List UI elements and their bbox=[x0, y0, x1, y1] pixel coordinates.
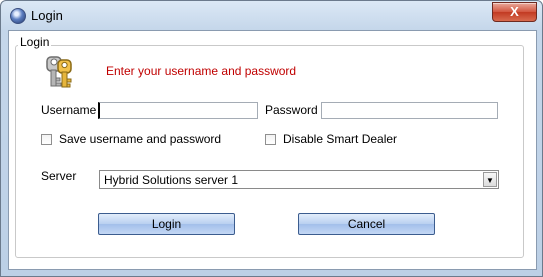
groupbox-label: Login bbox=[18, 35, 52, 49]
chevron-down-icon[interactable]: ▼ bbox=[483, 172, 497, 187]
dialog-body: Login Enter your username and password U… bbox=[8, 30, 537, 270]
disable-smart-dealer-label[interactable]: Disable Smart Dealer bbox=[283, 132, 397, 146]
username-field[interactable] bbox=[98, 102, 258, 119]
server-selected-value: Hybrid Solutions server 1 bbox=[104, 173, 239, 187]
window-title: Login bbox=[31, 8, 63, 23]
login-window: Login X Login Enter your username and pa… bbox=[0, 0, 543, 277]
username-label: Username bbox=[41, 103, 97, 117]
server-select[interactable]: Hybrid Solutions server 1 ▼ bbox=[99, 170, 499, 189]
title-bar[interactable]: Login X bbox=[1, 1, 542, 29]
server-label: Server bbox=[41, 169, 77, 183]
login-prompt: Enter your username and password bbox=[106, 64, 297, 78]
save-credentials-label[interactable]: Save username and password bbox=[59, 132, 221, 146]
password-field[interactable] bbox=[321, 102, 498, 119]
save-credentials-checkbox[interactable] bbox=[41, 134, 52, 145]
password-label: Password bbox=[265, 103, 318, 117]
disable-smart-dealer-checkbox[interactable] bbox=[265, 134, 276, 145]
cancel-button[interactable]: Cancel bbox=[298, 213, 435, 235]
keys-icon bbox=[46, 56, 72, 88]
globe-icon bbox=[10, 8, 26, 24]
login-button[interactable]: Login bbox=[98, 213, 235, 235]
close-button[interactable]: X bbox=[492, 2, 537, 22]
